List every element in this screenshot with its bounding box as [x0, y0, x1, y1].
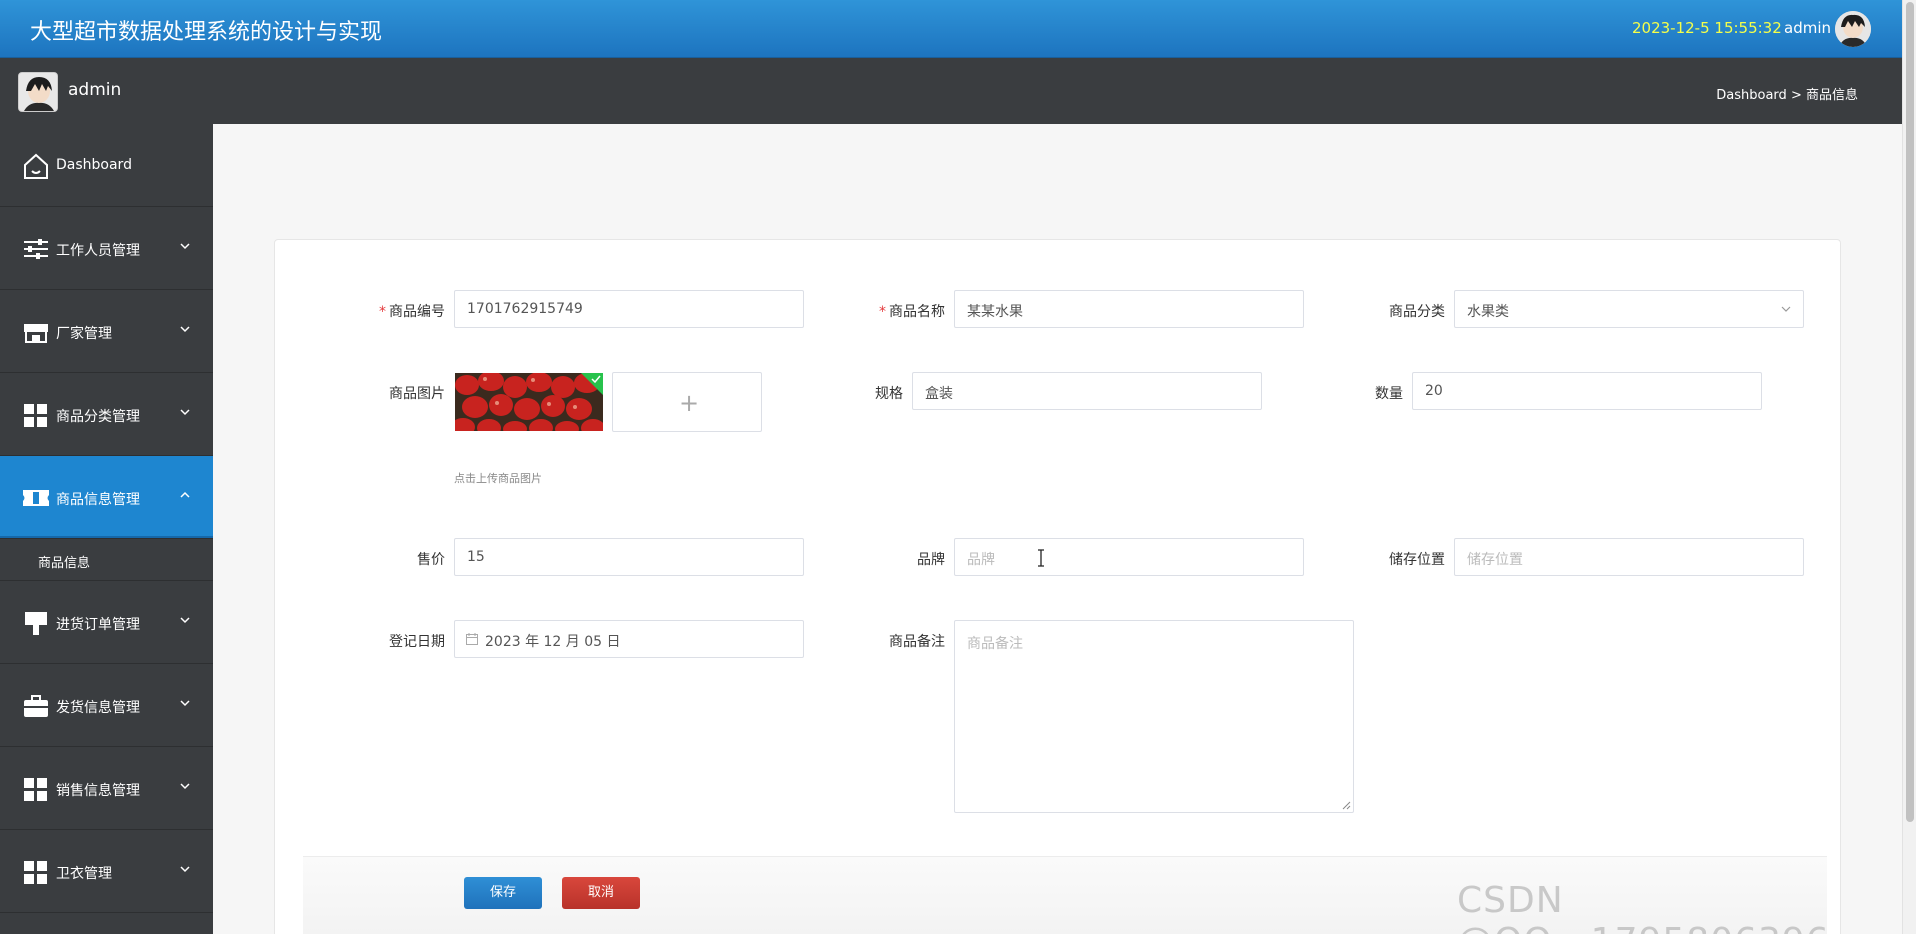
category-selected-value: 水果类 [1467, 304, 1509, 320]
grid-icon [24, 861, 47, 884]
top-header: 大型超市数据处理系统的设计与实现 2023-12-5 15:55:32 admi… [0, 0, 1902, 58]
sidebar-item-purchase-orders[interactable]: 进货订单管理 [0, 581, 213, 664]
sidebar-item-dashboard[interactable]: Dashboard [0, 124, 213, 207]
briefcase-icon [24, 695, 48, 717]
scrollbar-thumb[interactable] [1906, 2, 1914, 822]
product-name-input[interactable]: 某某水果 [954, 290, 1304, 328]
name-label-text: 商品名称 [889, 304, 945, 320]
chevron-down-icon [180, 617, 190, 624]
sidebar-item-label: 发货信息管理 [56, 700, 140, 716]
plus-icon: + [679, 389, 700, 417]
breadcrumb-home[interactable]: Dashboard [1716, 88, 1787, 103]
page-scrollbar[interactable] [1902, 0, 1916, 934]
image-upload-button[interactable]: + [612, 372, 762, 432]
category-label: 商品分类 [1389, 304, 1445, 320]
chevron-down-icon [180, 243, 190, 250]
sidebar-item-label: Dashboard [56, 157, 132, 173]
required-mark: * [379, 304, 386, 320]
quantity-label: 数量 [1375, 386, 1403, 402]
price-label: 售价 [417, 552, 445, 568]
remark-placeholder: 商品备注 [967, 636, 1023, 652]
image-label: 商品图片 [389, 386, 445, 402]
price-input[interactable]: 15 [454, 538, 804, 576]
sidebar-item-label: 商品信息管理 [56, 492, 140, 508]
location-input[interactable]: 储存位置 [1454, 538, 1804, 576]
category-select[interactable]: 水果类 [1454, 290, 1804, 328]
spec-label: 规格 [875, 386, 903, 402]
breadcrumb-separator: > [1790, 88, 1802, 103]
chevron-up-icon [180, 491, 190, 498]
sidebar-item-label: 厂家管理 [56, 326, 112, 342]
chevron-down-icon [180, 866, 190, 873]
brand-label: 品牌 [917, 552, 945, 568]
ticket-icon [23, 490, 49, 506]
location-label: 储存位置 [1389, 552, 1445, 568]
save-button[interactable]: 保存 [464, 877, 542, 909]
sidebar-item-label: 卫衣管理 [56, 866, 112, 882]
chevron-down-icon [180, 700, 190, 707]
resize-handle-icon[interactable] [1341, 800, 1351, 810]
user-avatar [18, 72, 58, 112]
sidebar-item-label: 销售信息管理 [56, 783, 140, 799]
chevron-down-icon [180, 409, 190, 416]
app-title: 大型超市数据处理系统的设计与实现 [30, 20, 383, 45]
header-username[interactable]: admin [1784, 19, 1831, 37]
user-bar: admin Dashboard > 商品信息 [0, 58, 1902, 124]
upload-hint: 点击上传商品图片 [454, 472, 542, 485]
date-label: 登记日期 [389, 634, 445, 650]
sidebar-item-label: 工作人员管理 [56, 243, 140, 259]
code-label: * 商品编号 [345, 301, 445, 321]
watermark: CSDN @QQ__1795806396 [1457, 880, 1829, 934]
breadcrumb-current: 商品信息 [1805, 88, 1858, 103]
factory-icon [24, 324, 48, 343]
breadcrumb: Dashboard > 商品信息 [1716, 84, 1858, 103]
product-form-card [274, 239, 1841, 934]
quantity-input[interactable]: 20 [1412, 372, 1762, 410]
sidebar-item-vendors[interactable]: 厂家管理 [0, 290, 213, 373]
cancel-button[interactable]: 取消 [562, 877, 640, 909]
brush-icon [25, 612, 47, 635]
header-avatar[interactable] [1835, 11, 1871, 47]
grid-icon [24, 778, 47, 801]
sidebar-item-label: 进货订单管理 [56, 617, 140, 633]
sliders-icon [24, 239, 48, 259]
sidebar-username: admin [68, 80, 122, 100]
sidebar-item-categories[interactable]: 商品分类管理 [0, 373, 213, 456]
sidebar-item-hoodies[interactable]: 卫衣管理 [0, 830, 213, 913]
sidebar-subitem-product-info[interactable]: 商品信息 [0, 539, 213, 581]
spec-input[interactable]: 盒装 [912, 372, 1262, 410]
sidebar-item-shipping[interactable]: 发货信息管理 [0, 664, 213, 747]
name-label: * 商品名称 [845, 301, 945, 321]
sidebar: Dashboard 工作人员管理 厂家管理 商品分类管理 商品信息管理 商品信息… [0, 124, 213, 934]
remark-textarea[interactable]: 商品备注 [954, 620, 1354, 813]
date-value: 2023 年 12 月 05 日 [485, 634, 621, 650]
calendar-icon [466, 633, 478, 645]
text-cursor-icon [1038, 549, 1044, 567]
chevron-down-icon [180, 326, 190, 333]
home-icon [24, 153, 48, 179]
grid-icon [24, 404, 47, 427]
required-mark: * [879, 304, 886, 320]
brand-input[interactable]: 品牌 [954, 538, 1304, 576]
code-label-text: 商品编号 [389, 304, 445, 320]
sidebar-item-staff[interactable]: 工作人员管理 [0, 207, 213, 290]
remark-label: 商品备注 [889, 634, 945, 650]
header-datetime: 2023-12-5 15:55:32 [1632, 19, 1782, 37]
sidebar-item-label: 商品分类管理 [56, 409, 140, 425]
chevron-down-icon [1781, 306, 1791, 312]
date-input[interactable]: 2023 年 12 月 05 日 [454, 620, 804, 658]
product-image-thumbnail[interactable] [455, 373, 603, 431]
product-code-input[interactable]: 1701762915749 [454, 290, 804, 328]
sidebar-item-sales[interactable]: 销售信息管理 [0, 747, 213, 830]
sidebar-item-products[interactable]: 商品信息管理 [0, 456, 213, 539]
chevron-down-icon [180, 783, 190, 790]
